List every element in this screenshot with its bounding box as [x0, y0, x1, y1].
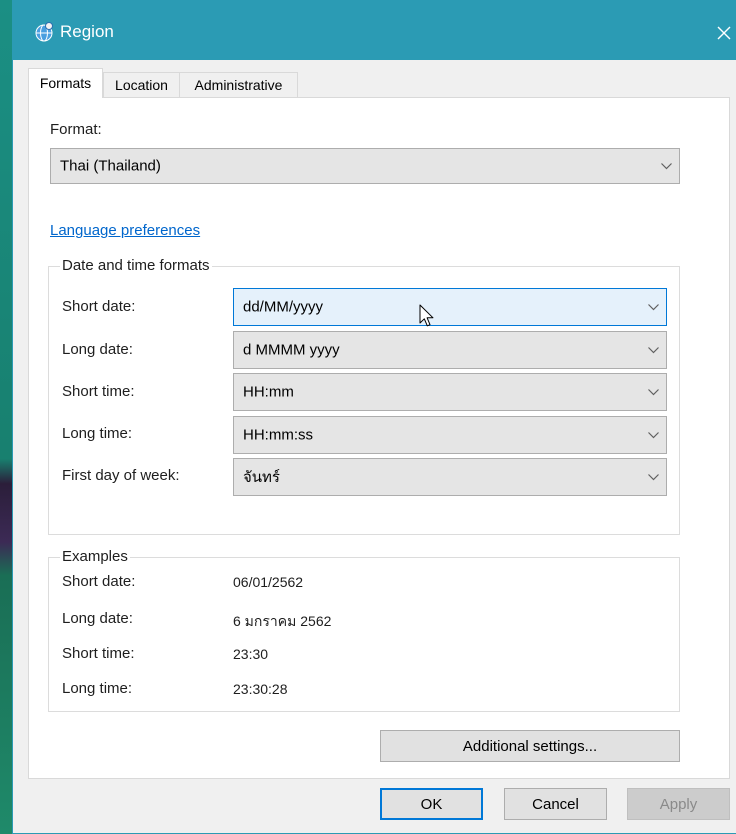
chevron-down-icon: [661, 163, 672, 170]
long-time-value: HH:mm:ss: [243, 426, 313, 444]
first-day-of-week-dropdown[interactable]: จันทร์: [233, 458, 667, 496]
tab-administrative[interactable]: Administrative: [179, 72, 298, 97]
long-date-dropdown[interactable]: d MMMM yyyy: [233, 331, 667, 369]
date-time-formats-legend: Date and time formats: [60, 257, 212, 274]
first-day-of-week-label: First day of week:: [62, 467, 180, 484]
ok-button[interactable]: OK: [380, 788, 483, 820]
example-short-date-label: Short date:: [62, 573, 136, 590]
tab-formats[interactable]: Formats: [28, 68, 103, 98]
first-day-of-week-value: จันทร์: [243, 469, 280, 486]
window-title: Region: [60, 22, 114, 41]
chevron-down-icon: [648, 432, 659, 439]
apply-button: Apply: [627, 788, 730, 820]
long-date-value: d MMMM yyyy: [243, 341, 340, 359]
examples-legend: Examples: [60, 548, 130, 565]
tab-location[interactable]: Location: [103, 72, 180, 97]
chevron-down-icon: [648, 347, 659, 354]
desktop-background-strip: [0, 0, 12, 834]
short-date-dropdown[interactable]: dd/MM/yyyy: [233, 288, 667, 326]
short-date-value: dd/MM/yyyy: [243, 298, 324, 316]
format-label: Format:: [50, 121, 102, 138]
region-globe-icon: [33, 21, 55, 43]
chevron-down-icon: [648, 304, 659, 311]
format-dropdown-value: Thai (Thailand): [60, 157, 161, 175]
long-date-label: Long date:: [62, 341, 133, 358]
close-icon[interactable]: [715, 24, 733, 42]
long-time-label: Long time:: [62, 425, 133, 442]
example-short-time-value: 23:30: [233, 646, 269, 662]
cancel-button[interactable]: Cancel: [504, 788, 607, 820]
additional-settings-button[interactable]: Additional settings...: [380, 730, 680, 762]
example-short-date-value: 06/01/2562: [233, 574, 304, 590]
title-bar[interactable]: Region: [12, 0, 736, 60]
short-date-label: Short date:: [62, 298, 136, 315]
chevron-down-icon: [648, 474, 659, 481]
example-long-time-value: 23:30:28: [233, 681, 288, 697]
short-time-dropdown[interactable]: HH:mm: [233, 373, 667, 411]
example-long-date-label: Long date:: [62, 610, 133, 627]
short-time-value: HH:mm: [243, 383, 294, 401]
example-long-time-label: Long time:: [62, 680, 133, 697]
examples-groupbox: [48, 557, 680, 712]
language-preferences-link[interactable]: Language preferences: [50, 222, 200, 239]
example-short-time-label: Short time:: [62, 645, 135, 662]
mouse-cursor-icon: [419, 304, 435, 328]
chevron-down-icon: [648, 389, 659, 396]
format-dropdown[interactable]: Thai (Thailand): [50, 148, 680, 184]
short-time-label: Short time:: [62, 383, 135, 400]
long-time-dropdown[interactable]: HH:mm:ss: [233, 416, 667, 454]
example-long-date-value: 6 มกราคม 2562: [233, 613, 332, 629]
